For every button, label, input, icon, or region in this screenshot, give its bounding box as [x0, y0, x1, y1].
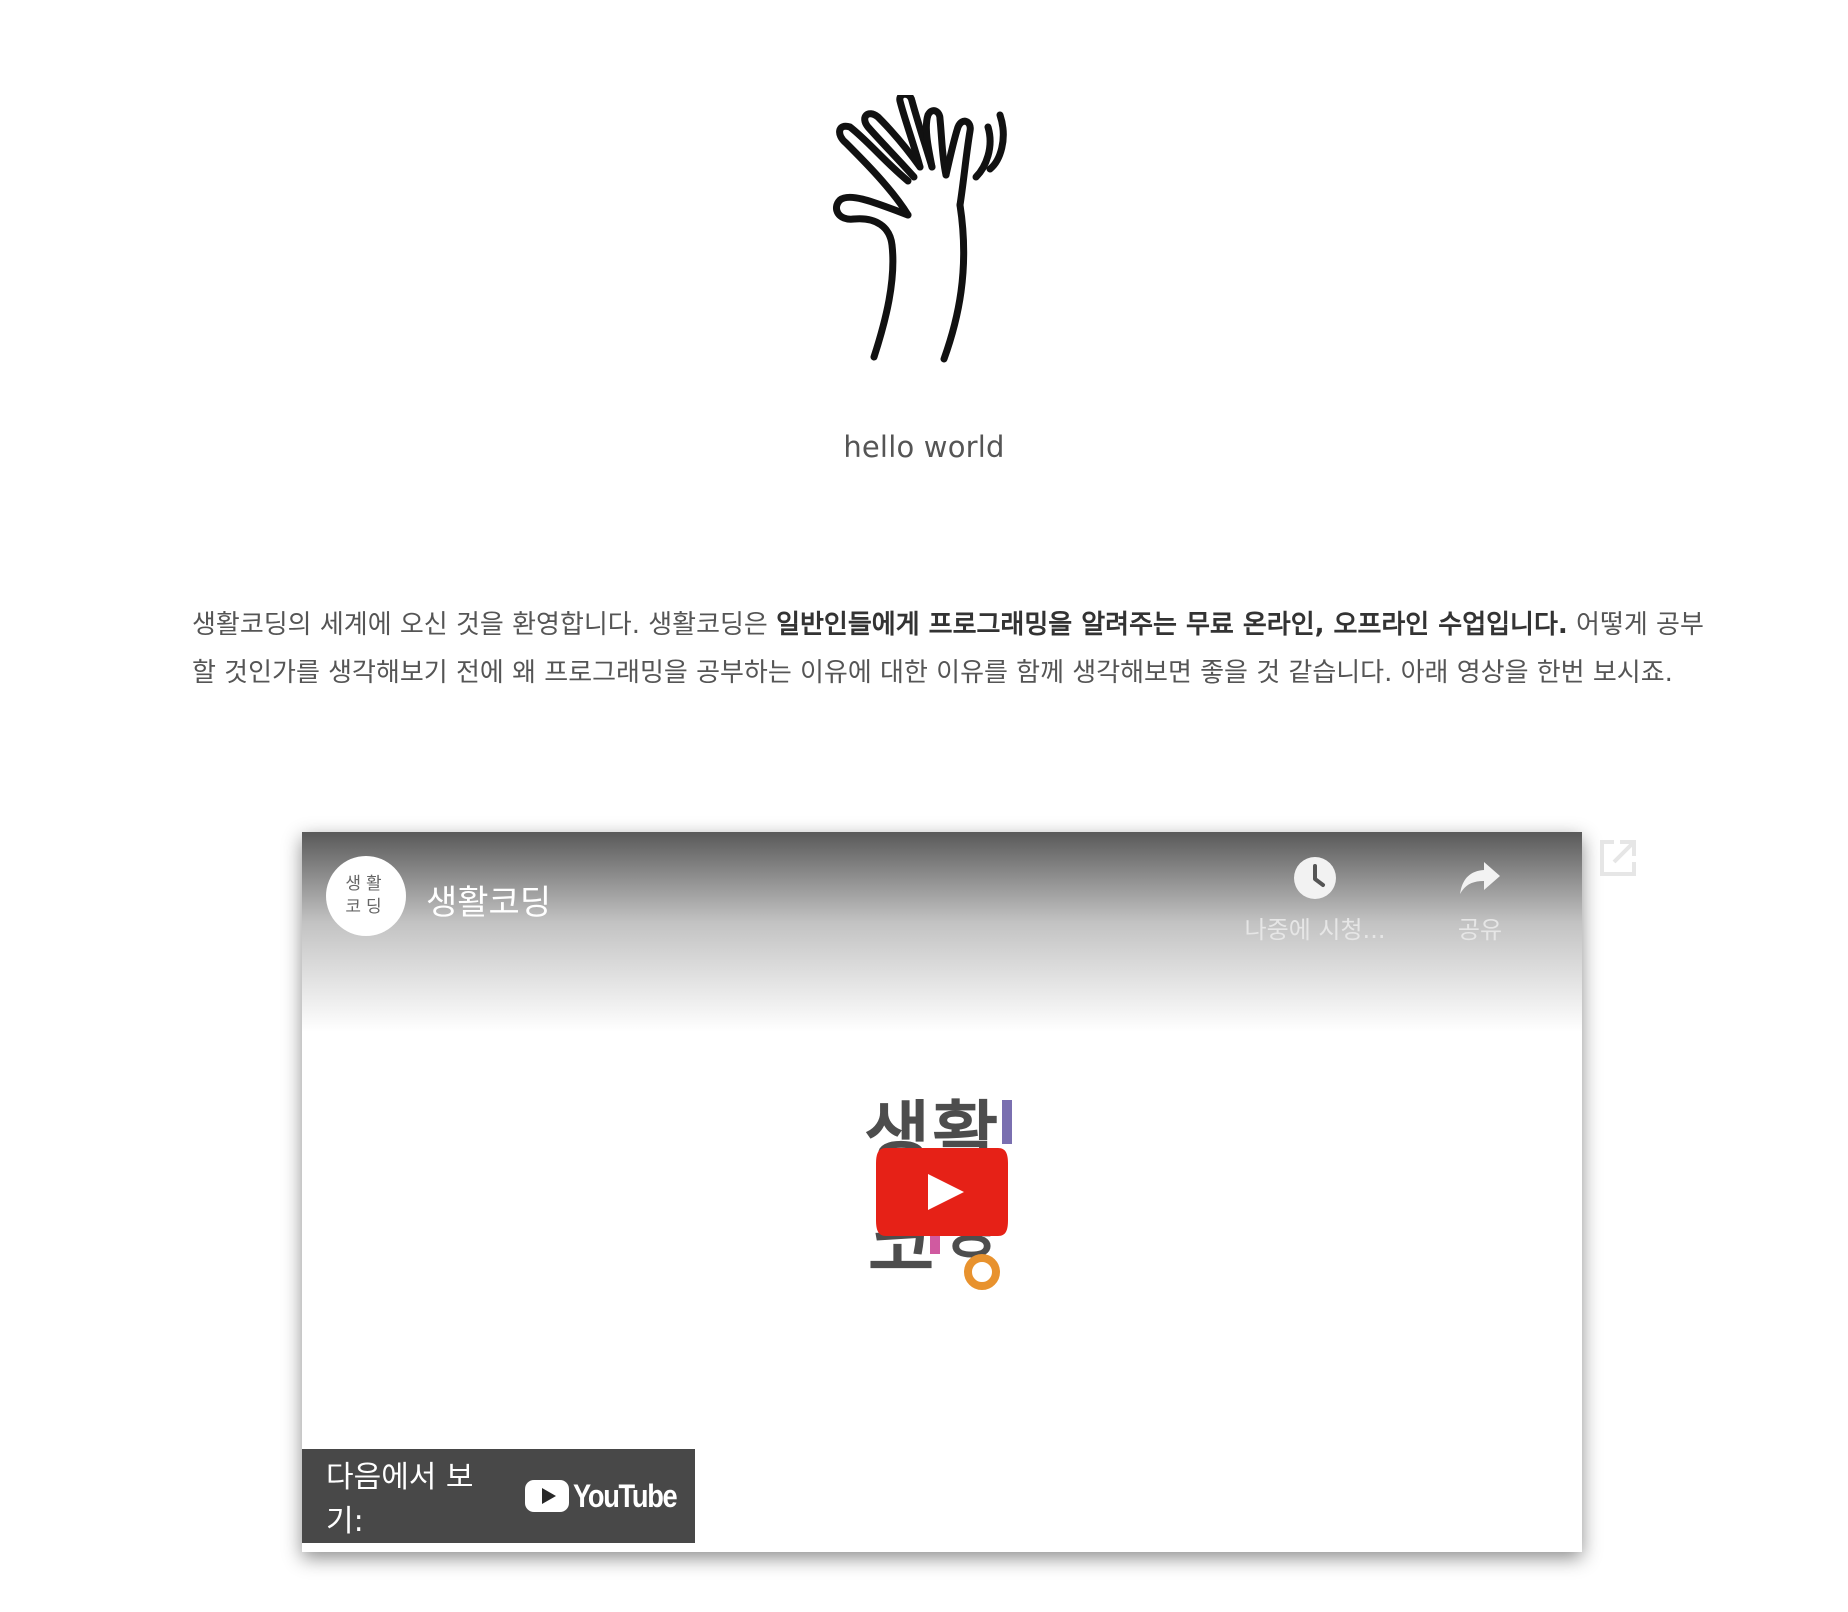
channel-title[interactable]: 생활코딩	[426, 875, 551, 924]
intro-text-start: 생활코딩의 세계에 오신 것을 환영합니다. 생활코딩은	[192, 610, 777, 640]
watch-later-button[interactable]: 나중에 시청...	[1240, 856, 1390, 945]
external-link-icon[interactable]	[1596, 836, 1640, 880]
youtube-wordmark: YouTube	[573, 1477, 678, 1514]
share-arrow-icon	[1460, 862, 1500, 894]
waving-hand-icon	[824, 95, 1024, 375]
youtube-logo: YouTube	[525, 1478, 695, 1515]
clock-icon	[1294, 857, 1336, 899]
page: hello world 생활코딩의 세계에 오신 것을 환영합니다. 생활코딩은…	[0, 0, 1848, 1612]
intro-text-bold: 일반인들에게 프로그래밍을 알려주는 무료 온라인, 오프라인 수업입니다.	[776, 610, 1568, 640]
watch-on-youtube-button[interactable]: 다음에서 보기: YouTube	[302, 1449, 695, 1543]
share-button[interactable]: 공유	[1440, 856, 1520, 945]
hero-section: hello world	[0, 95, 1848, 464]
youtube-play-icon	[525, 1480, 570, 1512]
youtube-embed[interactable]: 생활 코딩 생활코딩 나중에 시청... 공유 생 활 코 딩	[302, 832, 1582, 1552]
play-button[interactable]	[874, 1144, 1010, 1240]
channel-avatar[interactable]: 생활 코딩	[326, 856, 406, 936]
video-top-gradient	[302, 832, 1582, 1032]
share-label: 공유	[1457, 916, 1503, 944]
watch-later-label: 나중에 시청...	[1244, 916, 1386, 944]
watch-on-label: 다음에서 보기:	[326, 1460, 474, 1539]
hero-caption: hello world	[843, 430, 1005, 464]
intro-paragraph: 생활코딩의 세계에 오신 것을 환영합니다. 생활코딩은 일반인들에게 프로그래…	[192, 601, 1712, 697]
channel-avatar-text: 생활 코딩	[345, 874, 387, 917]
